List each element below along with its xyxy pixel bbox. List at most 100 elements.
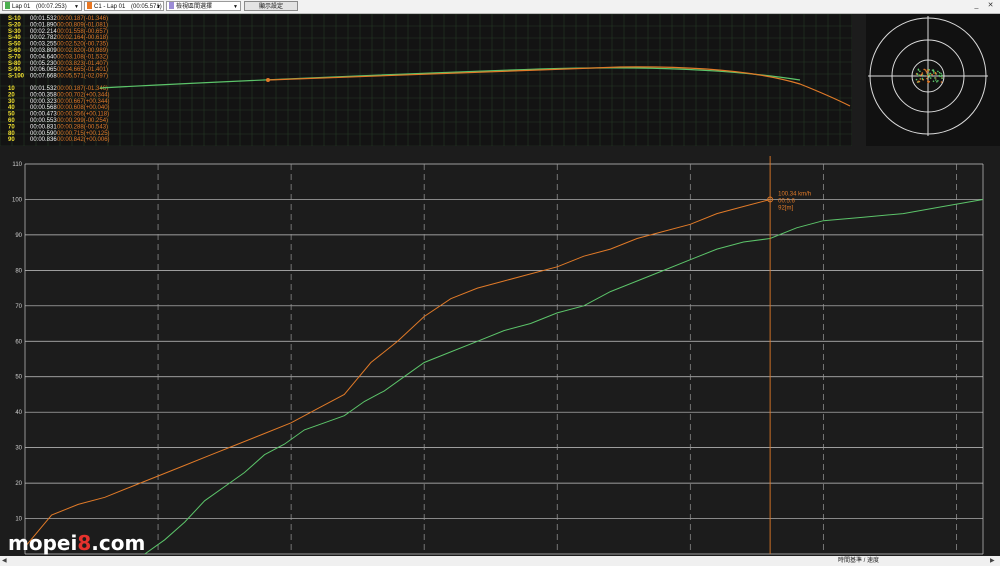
g-force-circle <box>866 14 1000 146</box>
display-settings-button[interactable]: 顯示設定 <box>244 1 298 11</box>
interval-compare-time: 00:00.356(+00.118) <box>57 112 109 118</box>
radar-point <box>927 80 929 83</box>
chevron-down-icon: ▼ <box>74 4 79 10</box>
compare-select[interactable]: C1 - Lap 01 (00:05.571) ▼ <box>84 1 164 11</box>
radar-point <box>921 72 924 74</box>
sector-label: S-100 <box>8 74 25 80</box>
sector-compare-time: 00:01.558(-00.657) <box>57 29 108 35</box>
radar-point <box>930 75 932 77</box>
radar-point <box>931 69 934 71</box>
status-mode-label: 時間基準 / 速度 <box>838 558 880 564</box>
interval-label: 50 <box>8 112 15 118</box>
close-icon[interactable]: ✕ <box>986 1 995 11</box>
interval-lap-time: 00:00.553 <box>30 118 57 124</box>
speed-chart: 102030405060708090100110 00:0100:0200:03… <box>0 156 1000 566</box>
lap-select-time: (00:07.253) <box>36 4 67 10</box>
radar-point <box>925 70 928 73</box>
radar-point <box>926 77 928 80</box>
interval-compare-time: 00:00.702(+00.344) <box>57 92 110 98</box>
sector-lap-time: 00:01.890 <box>30 22 57 28</box>
chevron-down-icon: ▼ <box>233 4 238 10</box>
watermark-suffix: .com <box>91 531 146 555</box>
sector-compare-time: 00:03.823(-01.407) <box>57 61 108 67</box>
radar-point <box>926 69 929 71</box>
sector-compare-time: 00:02.520(-00.735) <box>57 42 108 48</box>
sector-compare-time: 00:02.164(-00.618) <box>57 35 108 41</box>
sector-lap-time: 00:01.532 <box>30 16 57 22</box>
cursor-time-label: 00:5.6 <box>778 198 795 204</box>
y-tick-label: 70 <box>15 304 22 310</box>
y-tick-label: 100 <box>12 197 23 203</box>
watermark-prefix: mopei <box>8 531 78 555</box>
radar-point <box>932 80 935 82</box>
compare-color-swatch <box>87 2 92 9</box>
radar-bg <box>866 14 1000 146</box>
radar-point <box>915 78 918 81</box>
radar-point <box>933 70 935 73</box>
sector-row: S-100 00:07.668 00:05.571(-02.097) <box>8 74 108 80</box>
radar-point <box>934 72 937 75</box>
lap-select[interactable]: Lap 01 (00:07.253) ▼ <box>2 1 82 11</box>
radar-point <box>921 73 923 76</box>
main-area: S-10 00:01.532 00:00.187(-01.346) S-20 00:01… <box>0 14 1000 566</box>
interval-label: 80 <box>8 131 15 137</box>
interval-label: 40 <box>8 105 15 111</box>
sector-compare-time: 00:00.187(-01.346) <box>57 16 108 22</box>
sector-lap-time: 00:02.214 <box>30 29 57 35</box>
radar-point <box>933 72 935 74</box>
radar-point <box>936 81 938 83</box>
interval-lap-time: 00:00.473 <box>30 112 57 118</box>
sector-label: S-90 <box>8 67 21 73</box>
interval-compare-time: 00:00.288(-00.543) <box>57 124 108 130</box>
interval-label: 20 <box>8 92 15 98</box>
sector-label: S-30 <box>8 29 21 35</box>
interval-compare-time: 00:00.299(-00.254) <box>57 118 108 124</box>
y-tick-label: 50 <box>15 375 22 381</box>
range-select[interactable]: 檢視區間選擇 ▼ <box>166 1 241 11</box>
interval-lap-time: 00:00.358 <box>30 92 57 98</box>
interval-label: 60 <box>8 118 15 124</box>
status-bar: ◀ 時間基準 / 速度 ▶ <box>0 556 1000 566</box>
radar-point <box>926 73 929 76</box>
sector-panel: S-10 00:01.532 00:00.187(-01.346)S-20 00:01… <box>0 14 852 146</box>
radar-point <box>919 78 922 80</box>
sector-lap-time: 00:02.782 <box>30 35 57 41</box>
status-scroll-right-icon[interactable]: ▶ <box>990 556 995 566</box>
minimize-icon[interactable]: _ <box>972 1 981 11</box>
radar-point <box>922 78 925 81</box>
sector-lap-time: 00:07.668 <box>30 74 57 80</box>
radar-point <box>918 80 921 83</box>
radar-point <box>937 70 939 73</box>
y-tick-label: 110 <box>12 162 22 168</box>
lap-color-swatch <box>5 2 10 9</box>
y-tick-label: 80 <box>15 268 22 274</box>
radar-point <box>940 75 942 77</box>
sector-lap-time: 00:05.230 <box>30 61 57 67</box>
radar-point <box>940 72 942 75</box>
sector-compare-time: 00:02.820(-00.989) <box>57 48 108 54</box>
speed-chart-bg <box>0 156 1000 566</box>
sector-label: S-40 <box>8 35 21 41</box>
interval-lap-time: 00:00.836 <box>30 137 57 143</box>
watermark-number: 8 <box>77 531 92 555</box>
radar-point <box>916 73 919 75</box>
radar-point <box>935 79 937 81</box>
radar-point <box>940 81 943 83</box>
sector-label: S-80 <box>8 61 21 67</box>
interval-lap-time: 00:01.532 <box>30 86 57 92</box>
interval-compare-time: 00:00.667(+00.344) <box>57 99 110 105</box>
radar-point <box>934 77 936 79</box>
radar-point <box>926 75 928 77</box>
sector-compare-time: 00:00.809(-01.081) <box>57 22 108 28</box>
status-scroll-left-icon[interactable]: ◀ <box>2 556 7 566</box>
interval-lap-time: 00:00.831 <box>30 124 57 130</box>
sector-compare-time: 00:04.665(-01.401) <box>57 67 108 73</box>
radar-point <box>918 74 920 77</box>
interval-label: 10 <box>8 86 15 92</box>
interval-label: 70 <box>8 124 15 130</box>
y-tick-label: 60 <box>15 339 22 345</box>
y-tick-label: 30 <box>15 446 22 452</box>
range-select-label: 檢視區間選擇 <box>176 4 213 10</box>
radar-point <box>938 71 941 74</box>
sector-label: S-60 <box>8 48 21 54</box>
